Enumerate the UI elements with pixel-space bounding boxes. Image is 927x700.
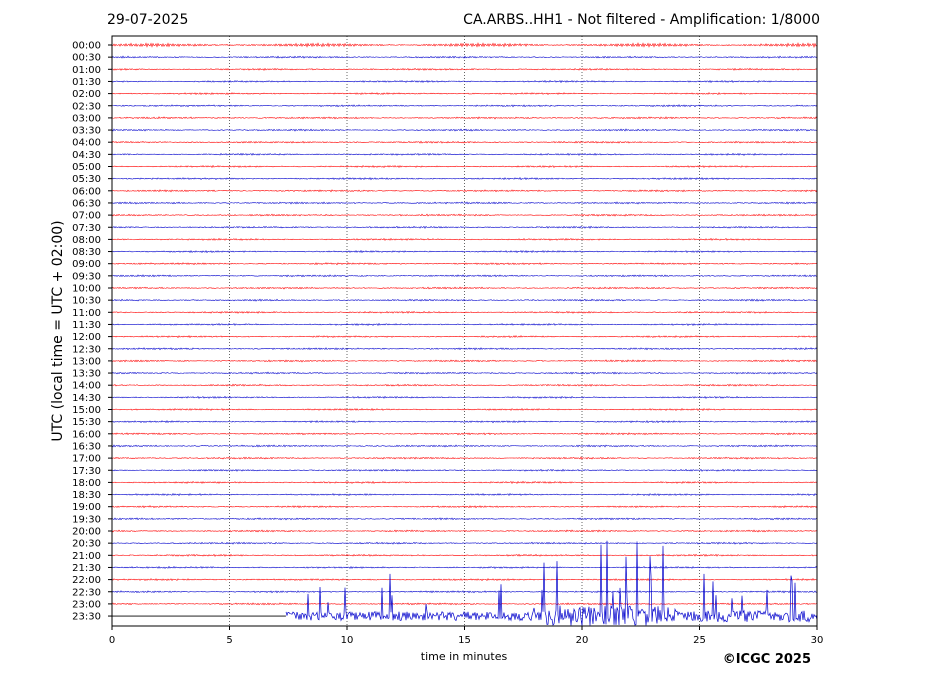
y-tick-label: 00:00 [72, 41, 101, 52]
trace-line [111, 553, 818, 557]
y-tick-label: 05:30 [72, 174, 101, 185]
chart-title: CA.ARBS..HH1 - Not filtered - Amplificat… [463, 12, 820, 28]
y-tick-label: 18:30 [72, 490, 101, 501]
y-tick-label: 22:30 [72, 587, 101, 598]
x-axis-label: time in minutes [421, 650, 508, 663]
trace-line [111, 432, 818, 436]
y-tick-label: 15:30 [72, 417, 101, 428]
y-tick-label: 17:30 [72, 466, 101, 477]
y-tick-label: 01:30 [72, 77, 101, 88]
trace-line [112, 92, 818, 96]
y-tick-label: 02:00 [72, 89, 101, 100]
trace-line [111, 42, 818, 48]
y-tick-label: 06:30 [72, 198, 101, 209]
y-tick-label: 21:00 [72, 551, 101, 562]
trace-line [111, 322, 818, 326]
event-trace-line [285, 540, 818, 626]
trace-line [111, 444, 818, 448]
vertical-grid [229, 36, 700, 626]
x-tick-label: 15 [458, 635, 471, 646]
trace-line [111, 79, 818, 84]
copyright-label: ©ICGC 2025 [723, 652, 811, 667]
x-tick-label: 20 [576, 635, 589, 646]
y-tick-label: 19:00 [72, 502, 101, 513]
y-tick-label: 23:30 [72, 612, 101, 623]
y-axis-label: UTC (local time = UTC + 02:00) [50, 220, 66, 441]
y-tick-label: 14:30 [72, 393, 101, 404]
y-tick-label: 13:30 [72, 369, 101, 380]
y-tick-label: 19:30 [72, 514, 101, 525]
y-tick-label: 15:00 [72, 405, 101, 416]
y-tick-label: 14:00 [72, 381, 101, 392]
y-tick-label: 11:00 [72, 308, 101, 319]
trace-line [111, 565, 818, 570]
y-tick-label: 13:00 [72, 356, 101, 367]
y-tick-label: 12:00 [72, 332, 101, 343]
y-tick-label: 01:00 [72, 65, 101, 76]
y-tick-label: 22:00 [72, 575, 101, 586]
y-tick-label: 00:30 [72, 53, 101, 64]
y-tick-label: 11:30 [72, 320, 101, 331]
seismogram-chart: 29-07-2025 CA.ARBS..HH1 - Not filtered -… [50, 12, 824, 667]
y-tick-label: 09:00 [72, 259, 101, 270]
seismic-traces [111, 42, 818, 626]
y-tick-label: 23:00 [72, 599, 101, 610]
y-tick-label: 03:30 [72, 126, 101, 137]
x-axis-ticks: 0 5 10 15 20 25 30 [109, 626, 824, 646]
date-label: 29-07-2025 [107, 12, 188, 28]
seismogram-figure: 29-07-2025 CA.ARBS..HH1 - Not filtered -… [0, 0, 927, 696]
trace-line [111, 201, 818, 205]
y-tick-label: 12:30 [72, 344, 101, 355]
y-tick-label: 20:00 [72, 527, 101, 538]
trace-line [111, 189, 818, 193]
y-tick-label: 16:00 [72, 429, 101, 440]
y-tick-label: 18:00 [72, 478, 101, 489]
y-tick-label: 04:00 [72, 138, 101, 149]
x-tick-label: 30 [811, 635, 824, 646]
y-tick-label: 08:30 [72, 247, 101, 258]
x-tick-label: 5 [226, 635, 232, 646]
y-tick-label: 09:30 [72, 271, 101, 282]
y-tick-label: 07:00 [72, 211, 101, 222]
y-tick-label: 10:30 [72, 296, 101, 307]
y-tick-label: 21:30 [72, 563, 101, 574]
y-tick-label: 20:30 [72, 539, 101, 550]
y-tick-label: 03:00 [72, 113, 101, 124]
x-tick-label: 0 [109, 635, 115, 646]
y-tick-label: 08:00 [72, 235, 101, 246]
y-tick-label: 04:30 [72, 150, 101, 161]
y-tick-label: 10:00 [72, 284, 101, 295]
y-tick-label: 16:30 [72, 441, 101, 452]
trace-line [111, 335, 818, 339]
trace-line [111, 213, 818, 217]
y-tick-label: 17:00 [72, 454, 101, 465]
trace-line [111, 577, 818, 582]
y-tick-label: 05:00 [72, 162, 101, 173]
x-tick-label: 10 [341, 635, 354, 646]
y-tick-label: 02:30 [72, 101, 101, 112]
y-tick-label: 07:30 [72, 223, 101, 234]
x-tick-label: 25 [693, 635, 706, 646]
trace-line [111, 225, 818, 229]
y-tick-label: 06:00 [72, 186, 101, 197]
trace-line [111, 468, 818, 472]
trace-line [111, 456, 818, 460]
y-axis-ticks: 00:0000:3001:0001:3002:0002:3003:00 03:30… [72, 41, 112, 623]
